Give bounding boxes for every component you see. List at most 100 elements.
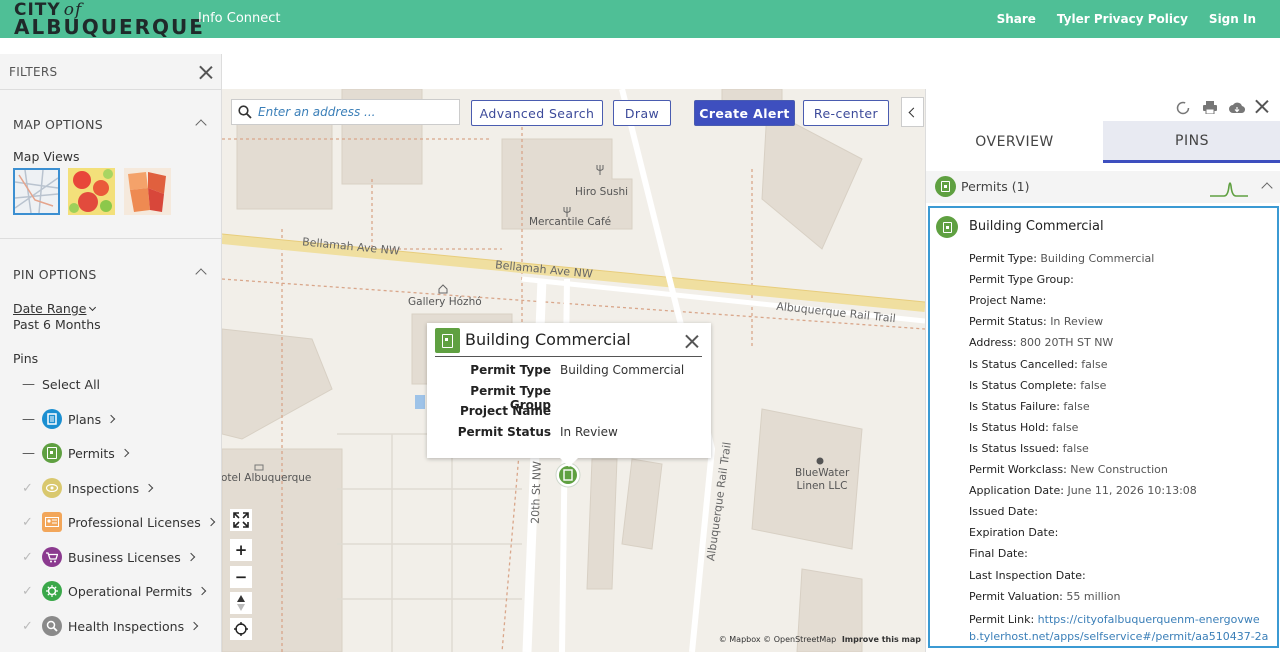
chevron-up-icon[interactable] (195, 119, 207, 131)
detail-row-separator: : (1012, 336, 1021, 350)
detail-row-value: false (1062, 441, 1089, 455)
detail-row: Issued Date: (969, 505, 1038, 518)
permits-group-header[interactable]: Permits (1) (926, 171, 1280, 203)
detail-row-separator: : (1070, 273, 1074, 287)
popup-divider (435, 356, 702, 357)
map-view-choropleth-thumbnail[interactable] (124, 168, 171, 215)
cloud-download-icon[interactable] (1228, 99, 1245, 116)
map-view-heatmap-thumbnail[interactable] (68, 168, 115, 215)
map-attribution: © Mapbox © OpenStreetMap Improve this ma… (719, 635, 921, 644)
chevron-up-icon[interactable] (195, 268, 207, 280)
popup-row-value: In Review (560, 425, 618, 439)
detail-row-key: Final Date (969, 547, 1025, 561)
chevron-right-icon[interactable] (144, 483, 154, 493)
advanced-search-button[interactable]: Advanced Search (471, 100, 603, 126)
pin-item-health-inspections[interactable]: ✓ Health Inspections (22, 614, 199, 638)
pin-item-label: Professional Licenses (68, 514, 201, 530)
poi-mercantile-cafe: Mercantile Café (529, 216, 612, 228)
select-all-label: Select All (42, 376, 101, 392)
draw-button[interactable]: Draw (613, 100, 671, 126)
details-panel: OVERVIEW PINS Permits (1) Building Comme… (925, 89, 1280, 652)
privacy-policy-link[interactable]: Tyler Privacy Policy (1057, 12, 1188, 26)
date-range-dropdown[interactable]: Date Range (13, 301, 97, 316)
chevron-right-icon[interactable] (106, 414, 116, 424)
map-view-streets-thumbnail[interactable] (13, 168, 60, 215)
detail-row-key: Is Status Failure (969, 399, 1057, 413)
detail-row-key: Expiration Date (969, 526, 1055, 540)
select-all-toggle[interactable]: — Select All (22, 372, 100, 396)
poi-hiro-sushi: Hiro Sushi (575, 186, 629, 198)
professional-license-card-icon (42, 512, 62, 532)
detail-row-separator: : (1082, 568, 1086, 582)
pin-item-professional-licenses[interactable]: ✓ Professional Licenses (22, 510, 215, 534)
fullscreen-icon[interactable] (230, 509, 252, 531)
popup-row-key: Project Name (459, 404, 551, 418)
chevron-right-icon[interactable] (186, 552, 195, 562)
minus-icon: — (22, 376, 35, 392)
address-search-input[interactable]: Enter an address ... (231, 99, 460, 125)
detail-row-value: false (1052, 420, 1079, 434)
pin-item-operational-permits[interactable]: ✓ Operational Permits (22, 579, 207, 603)
popup-row-key: Permit Status (457, 425, 551, 439)
pin-item-label: Health Inspections (68, 618, 185, 634)
geolocate-icon[interactable] (230, 618, 252, 640)
pin-item-business-licenses[interactable]: ✓ Business Licenses (22, 545, 195, 569)
share-link[interactable]: Share (997, 12, 1036, 26)
detail-row-key: Is Status Issued (969, 441, 1056, 455)
detail-row: Is Status Hold: false (969, 421, 1078, 434)
detail-row-key: Is Status Hold (969, 420, 1046, 434)
mapbox-attribution[interactable]: © Mapbox (719, 635, 761, 644)
zoom-in-icon[interactable]: + (230, 539, 252, 561)
detail-row-key: Permit Type Group (969, 273, 1071, 287)
divider (0, 238, 222, 239)
top-nav: Share Tyler Privacy Policy Sign In (997, 12, 1256, 26)
chevron-right-icon[interactable] (120, 448, 130, 458)
pin-options-title: PIN OPTIONS (13, 267, 97, 282)
chevron-up-icon[interactable] (1261, 182, 1273, 194)
sign-in-link[interactable]: Sign In (1209, 12, 1256, 26)
detail-row-value: 55 million (1066, 589, 1121, 603)
chevron-right-icon[interactable] (189, 621, 199, 631)
permit-popup: Building Commercial Permit Type Building … (427, 323, 711, 467)
recenter-button[interactable]: Re-center (803, 100, 889, 126)
plans-icon (42, 409, 62, 429)
detail-row-separator: : (1042, 294, 1047, 308)
close-filters-icon[interactable] (199, 65, 213, 79)
detail-row: Is Status Complete: false (969, 379, 1106, 392)
chevron-right-icon[interactable] (197, 586, 207, 596)
tab-pins[interactable]: PINS (1103, 121, 1280, 163)
detail-row: Application Date: June 11, 2026 10:13:08 (969, 484, 1197, 497)
permits-group-label: Permits (1) (961, 179, 1030, 194)
osm-attribution[interactable]: © OpenStreetMap (763, 635, 836, 644)
improve-map-link[interactable]: Improve this map (842, 635, 921, 644)
detail-row-value: false (1081, 357, 1108, 371)
create-alert-button[interactable]: Create Alert (694, 100, 795, 126)
detail-row-key: Last Inspection Date (969, 568, 1083, 582)
detail-row-key: Address (969, 336, 1013, 350)
chevron-right-icon[interactable] (206, 517, 215, 527)
pin-item-plans[interactable]: — Plans (22, 407, 116, 431)
filters-panel: FILTERS MAP OPTIONS Map Views PIN OPTION… (0, 54, 222, 652)
close-panel-icon[interactable] (1255, 99, 1272, 116)
pin-item-inspections[interactable]: ✓ Inspections (22, 476, 154, 500)
map-views-label: Map Views (13, 149, 80, 164)
pin-item-permits[interactable]: — Permits (22, 441, 130, 465)
detail-row-separator: : (1054, 526, 1059, 540)
tab-overview[interactable]: OVERVIEW (926, 121, 1103, 163)
zoom-out-icon[interactable]: − (230, 566, 252, 588)
compass-icon[interactable] (230, 592, 252, 614)
detail-row: Permit Workclass: New Construction (969, 463, 1168, 476)
print-icon[interactable] (1201, 99, 1218, 116)
city-logo[interactable]: CITY of ALBUQUERQUE (14, 2, 205, 38)
permit-icon (936, 216, 958, 238)
detail-row: Permit Valuation: 55 million (969, 590, 1121, 603)
check-icon: ✓ (22, 480, 33, 496)
detail-title: Building Commercial (969, 219, 1104, 234)
pin-item-label: Inspections (68, 480, 140, 496)
detail-row-key: Is Status Cancelled (969, 357, 1075, 371)
detail-row-separator: : (1034, 505, 1038, 519)
refresh-icon[interactable] (1174, 99, 1191, 116)
collapse-panel-chevron-left-icon[interactable] (901, 97, 924, 127)
check-icon: ✓ (22, 549, 33, 565)
close-popup-icon[interactable] (685, 334, 699, 348)
